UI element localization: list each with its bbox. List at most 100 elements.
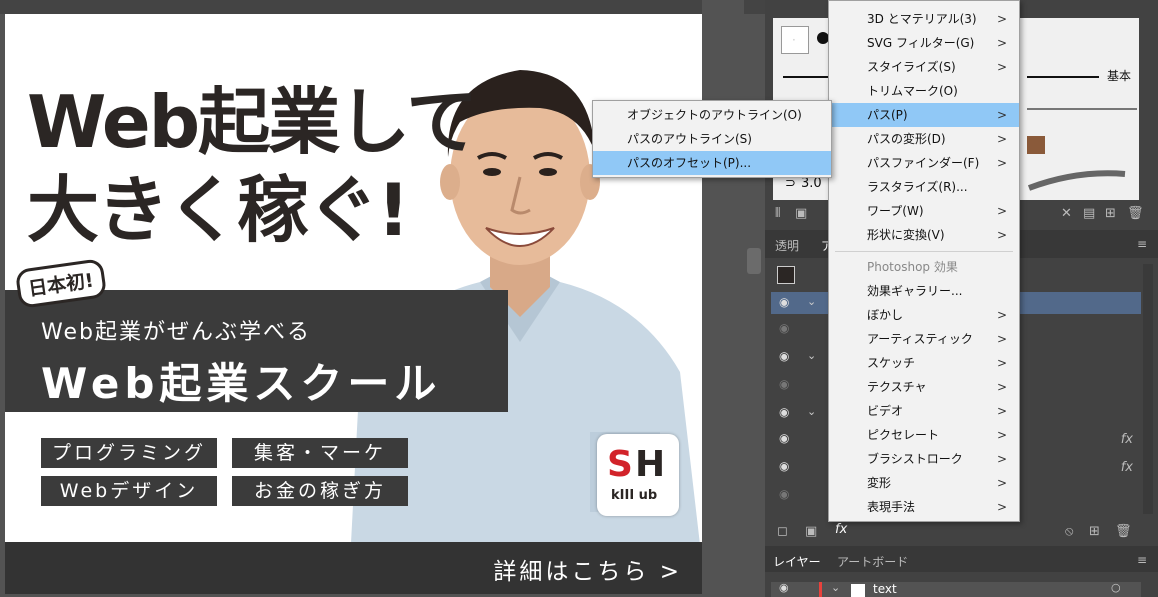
headline-line-1: Web起業して — [27, 80, 478, 164]
chevron-right-icon: > — [996, 500, 1007, 514]
brush-basic-line[interactable] — [1027, 76, 1099, 78]
eye-icon[interactable]: ◉ — [779, 295, 789, 309]
eye-icon[interactable]: ◉ — [779, 405, 789, 419]
new-stroke-icon[interactable]: ◻ — [777, 524, 788, 539]
menu-separator — [835, 251, 1013, 252]
appearance-scrollbar[interactable] — [1143, 264, 1153, 514]
layer-thumbnail — [851, 584, 865, 597]
tab-transparency[interactable]: 透明 — [775, 237, 799, 254]
menu-item-label: スケッチ — [867, 356, 916, 370]
tab-artboards[interactable]: アートボード — [837, 553, 908, 570]
chevron-down-icon[interactable]: ⌄ — [807, 295, 816, 308]
menu-item-stylize-photoshop[interactable]: 表現手法 > — [829, 495, 1019, 519]
menu-item-label: ビデオ — [867, 404, 904, 418]
chevron-down-icon[interactable]: ⌄ — [831, 581, 840, 594]
chevron-right-icon: > — [996, 404, 1007, 418]
layer-row-text[interactable]: ◉ ⌄ text ○ — [771, 581, 1141, 597]
eye-icon[interactable]: ◉ — [779, 459, 789, 473]
menu-item-distort-transform[interactable]: パスの変形(D) > — [829, 127, 1019, 151]
chip-web-design: Webデザイン — [41, 476, 217, 506]
chevron-right-icon: > — [996, 108, 1007, 122]
chevron-right-icon: > — [996, 356, 1007, 370]
menu-item-video[interactable]: ビデオ > — [829, 399, 1019, 423]
menu-item-label: ブラシストローク — [867, 452, 963, 466]
brush-libraries-icon[interactable]: ▣ — [795, 206, 807, 221]
brush-options-icon[interactable]: ▤ — [1083, 206, 1095, 221]
effect-menu: 3D とマテリアル(3) > SVG フィルター(G) > スタイライズ(S) > ト… — [828, 0, 1020, 522]
menu-item-offset-path[interactable]: パスのオフセット(P)... — [593, 151, 831, 175]
brush-basic-label: 基本 — [1107, 69, 1132, 83]
menu-item-brush-strokes[interactable]: ブラシストローク > — [829, 447, 1019, 471]
skillhub-logo: S H kIII ub — [597, 434, 679, 516]
menu-item-rasterize[interactable]: ラスタライズ(R)... — [829, 175, 1019, 199]
eye-icon[interactable]: ◉ — [779, 349, 789, 363]
chevron-right-icon: > — [996, 332, 1007, 346]
menu-item-label: アーティスティック — [867, 332, 973, 346]
chevron-right-icon: > — [996, 132, 1007, 146]
menu-item-distort[interactable]: 変形 > — [829, 471, 1019, 495]
eye-icon[interactable]: ◉ — [779, 321, 789, 335]
menu-item-3d-materials[interactable]: 3D とマテリアル(3) > — [829, 7, 1019, 31]
clear-appearance-icon[interactable]: ⦸ — [1065, 524, 1073, 539]
menu-item-trim-marks[interactable]: トリムマーク(O) — [829, 79, 1019, 103]
menu-item-effect-gallery[interactable]: 効果ギャラリー... — [829, 279, 1019, 303]
menu-item-label: ピクセレート — [867, 428, 940, 442]
duplicate-item-icon[interactable]: ⊞ — [1089, 524, 1100, 539]
chevron-right-icon: > — [996, 204, 1007, 218]
cta-bar: 詳細はこちら > — [5, 542, 702, 594]
target-icon[interactable]: ○ — [1111, 581, 1121, 594]
menu-item-label: 3D とマテリアル(3) — [867, 12, 977, 26]
menu-item-outline-object[interactable]: オブジェクトのアウトライン(O) — [593, 103, 831, 127]
menu-item-pixelate[interactable]: ピクセレート > — [829, 423, 1019, 447]
menu-item-label: スタイライズ(S) — [867, 60, 956, 74]
new-fill-icon[interactable]: ▣ — [805, 524, 817, 539]
chevron-down-icon[interactable]: ⌄ — [807, 405, 816, 418]
menu-item-stylize[interactable]: スタイライズ(S) > — [829, 55, 1019, 79]
chevron-right-icon: > — [996, 380, 1007, 394]
fx-icon[interactable]: fx — [1121, 460, 1133, 475]
chevron-right-icon: > — [996, 228, 1007, 242]
menu-item-svg-filter[interactable]: SVG フィルター(G) > — [829, 31, 1019, 55]
eye-icon[interactable]: ◉ — [779, 487, 789, 501]
eye-icon[interactable]: ◉ — [779, 431, 789, 445]
chevron-right-icon: > — [996, 476, 1007, 490]
new-brush-icon[interactable]: ⊞ — [1105, 206, 1116, 221]
panel-menu-icon[interactable]: ≡ — [1137, 553, 1147, 567]
add-effect-icon[interactable]: fx — [835, 522, 847, 537]
menu-item-texture[interactable]: テクスチャ > — [829, 375, 1019, 399]
menu-item-blur[interactable]: ぼかし > — [829, 303, 1019, 327]
layer-name[interactable]: text — [873, 582, 897, 596]
menu-item-label: 変形 — [867, 476, 892, 490]
menu-item-label: ラスタライズ(R)... — [867, 180, 968, 194]
tab-layers[interactable]: レイヤー — [773, 553, 821, 570]
remove-stroke-icon[interactable]: ✕ — [1061, 206, 1072, 221]
delete-brush-icon[interactable]: 🗑 — [1127, 206, 1144, 221]
object-thumbnail[interactable] — [777, 266, 795, 284]
menu-item-label: パスの変形(D) — [867, 132, 946, 146]
menu-item-warp[interactable]: ワープ(W) > — [829, 199, 1019, 223]
menu-item-pathfinder[interactable]: パスファインダー(F) > — [829, 151, 1019, 175]
menu-item-label: 表現手法 — [867, 500, 916, 514]
chevron-down-icon[interactable]: ⌄ — [807, 349, 816, 362]
brush-art-stroke[interactable] — [1027, 168, 1127, 192]
brush-swatch-dot[interactable]: · — [781, 26, 809, 54]
eye-icon[interactable]: ◉ — [779, 581, 789, 594]
menu-item-label: SVG フィルター(G) — [867, 36, 975, 50]
menu-item-path[interactable]: パス(P) > — [829, 103, 1019, 127]
path-submenu: オブジェクトのアウトライン(O) パスのアウトライン(S) パスのオフセット(P… — [592, 100, 832, 178]
panel-collapse-handle[interactable] — [747, 248, 761, 274]
brush-library-menu-icon[interactable]: ⫴ — [775, 206, 780, 221]
fx-icon[interactable]: fx — [1121, 432, 1133, 447]
menu-item-outline-stroke[interactable]: パスのアウトライン(S) — [593, 127, 831, 151]
brush-thin-line[interactable] — [1027, 108, 1137, 110]
menu-item-artistic[interactable]: アーティスティック > — [829, 327, 1019, 351]
menu-item-sketch[interactable]: スケッチ > — [829, 351, 1019, 375]
menu-item-convert-to-shape[interactable]: 形状に変換(V) > — [829, 223, 1019, 247]
stroke-weight-value: 3.0 — [801, 176, 822, 191]
eye-icon[interactable]: ◉ — [779, 377, 789, 391]
delete-item-icon[interactable]: 🗑 — [1115, 524, 1132, 539]
panel-menu-icon[interactable]: ≡ — [1137, 237, 1147, 251]
banner-title: Web起業スクール — [41, 359, 442, 408]
brush-pattern[interactable] — [1027, 136, 1045, 154]
chevron-right-icon: > — [996, 60, 1007, 74]
